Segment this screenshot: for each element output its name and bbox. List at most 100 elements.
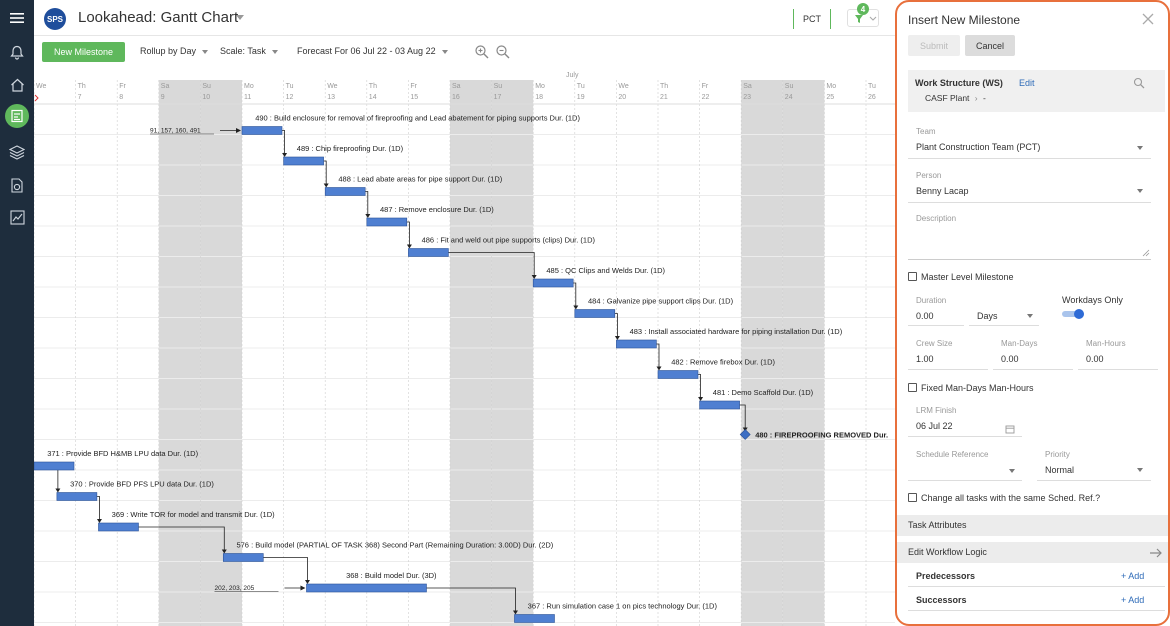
person-label: Person [916,171,942,180]
task-label[interactable]: 576 : Build model (PARTIAL OF TASK 368) … [236,541,553,550]
description-label: Description [916,214,957,223]
task-label[interactable]: 483 : Install associated hardware for pi… [630,327,843,336]
forecast-select[interactable]: Forecast For 06 Jul 22 - 03 Aug 22 [297,46,448,56]
task-label[interactable]: 485 : QC Clips and Welds Dur. (1D) [546,266,665,275]
master-level-label: Master Level Milestone [921,272,1014,282]
task-label[interactable]: 489 : Chip fireproofing Dur. (1D) [297,144,404,153]
lrm-finish-input[interactable]: 06 Jul 22 [916,421,953,431]
dependency-arrow-icon [406,244,412,249]
day-number-label: 24 [785,94,793,101]
chevron-down-icon [1137,146,1143,150]
zoom-out-icon[interactable] [495,44,511,60]
task-label[interactable]: 480 : FIREPROOFING REMOVED Dur. [755,431,888,440]
report-icon[interactable] [6,174,28,196]
cancel-button[interactable]: Cancel [965,35,1015,56]
task-label[interactable]: 368 : Build model Dur. (3D) [346,571,437,580]
task-label[interactable]: 367 : Run simulation case 1 on pics tech… [528,602,718,611]
task-label[interactable]: 482 : Remove firebox Dur. (1D) [671,358,775,367]
rollup-select-label: Rollup by Day [140,46,197,56]
task-bar[interactable] [574,309,616,318]
work-structure-node[interactable]: CASF Plant [925,93,969,103]
man-hours-label: Man-Hours [1086,339,1126,348]
task-bar[interactable] [306,583,427,593]
work-structure-edit-link[interactable]: Edit [1019,78,1035,88]
priority-select[interactable]: Normal [1045,465,1074,475]
crew-size-input[interactable]: 1.00 [916,354,934,364]
man-days-input[interactable]: 0.00 [1001,354,1019,364]
task-label[interactable]: 370 : Provide BFD PFS LPU data Dur. (1D) [70,480,214,489]
home-icon[interactable] [6,74,28,96]
task-bar[interactable] [699,400,740,410]
zoom-in-icon[interactable] [474,44,490,60]
new-milestone-button[interactable]: New Milestone [42,42,125,62]
task-label[interactable]: 486 : Fit and weld out pipe supports (cl… [422,236,596,245]
title-dropdown-icon[interactable] [236,15,244,20]
gantt-chart-area[interactable]: We Th 7 Fr 8 Sa 9 Su 10 Mo 11 Tu 12 We 13 Th 14 Fr 15 Sa 16 S… [34,68,895,626]
team-select[interactable]: Plant Construction Team (PCT) [916,142,1040,152]
schedule-reference-select[interactable] [908,480,1022,481]
description-textarea[interactable] [908,224,1151,260]
chevron-right-icon: › [974,93,978,103]
workdays-only-toggle[interactable] [1062,309,1086,319]
hamburger-menu-icon[interactable] [6,7,28,29]
task-label[interactable]: 488 : Lead abate areas for pipe support … [338,175,502,184]
task-bar[interactable] [34,461,75,471]
change-all-tasks-checkbox[interactable] [908,493,917,502]
task-bar[interactable] [56,492,98,501]
day-number-label: 12 [286,94,294,101]
person-select[interactable]: Benny Lacap [916,186,969,196]
duration-units-select[interactable]: Days [977,311,998,321]
predecessor-ids-label[interactable]: 91, 157, 160, 491 [150,128,201,135]
add-predecessor-link[interactable]: + Add [1121,571,1144,581]
task-label[interactable]: 369 : Write TOR for model and transmit D… [112,510,275,519]
gantt-icon[interactable] [5,104,29,128]
duration-input[interactable]: 0.00 [916,311,934,321]
page-title[interactable]: Lookahead: Gantt Chart [78,9,238,26]
task-bar[interactable] [324,187,366,196]
task-label[interactable]: 484 : Galvanize pipe support clips Dur. … [588,297,734,306]
task-label[interactable]: 490 : Build enclosure for removal of fir… [255,114,580,123]
task-bar[interactable] [283,156,324,166]
close-icon[interactable] [1141,12,1155,26]
resize-handle-icon[interactable] [1142,249,1150,257]
bell-icon[interactable] [6,41,28,63]
submit-button[interactable]: Submit [908,35,960,56]
chevron-down-icon[interactable] [1009,469,1015,473]
team-filter-tag[interactable]: PCT [793,9,831,29]
calendar-icon[interactable] [1005,421,1015,434]
task-bar[interactable] [657,370,699,379]
arrow-right-icon[interactable] [1149,546,1163,558]
panel-title: Insert New Milestone [908,13,1021,27]
scale-select[interactable]: Scale: Task [220,46,278,56]
man-hours-input[interactable]: 0.00 [1086,354,1104,364]
day-of-week-label: Sa [161,83,170,90]
task-bar[interactable] [222,553,264,562]
day-number-label: 13 [327,94,335,101]
master-level-checkbox[interactable] [908,272,917,281]
search-icon[interactable] [1133,76,1145,89]
gantt-svg[interactable]: We Th 7 Fr 8 Sa 9 Su 10 Mo 11 Tu 12 We 13 Th 14 Fr 15 Sa 16 S… [34,68,895,626]
work-structure-box [908,70,1165,112]
rollup-select[interactable]: Rollup by Day [140,46,209,56]
chevron-down-icon [1137,468,1143,472]
divider [969,325,1039,326]
task-bar[interactable] [514,614,555,623]
task-label[interactable]: 371 : Provide BFD H&MB LPU data Dur. (1D… [47,449,198,458]
layers-icon[interactable] [6,141,28,163]
add-successor-link[interactable]: + Add [1121,595,1144,605]
task-label[interactable]: 487 : Remove enclosure Dur. (1D) [380,205,494,214]
task-bar[interactable] [241,126,283,135]
divider [908,202,1151,203]
analytics-icon[interactable] [6,206,28,228]
fixed-man-days-checkbox[interactable] [908,383,917,392]
task-bar[interactable] [408,248,449,257]
change-all-tasks-label: Change all tasks with the same Sched. Re… [921,493,1101,503]
task-bar[interactable] [532,278,574,288]
lrm-finish-label: LRM Finish [916,406,957,415]
predecessor-ids-label[interactable]: 202, 203, 205 [214,585,254,592]
task-bar[interactable] [366,217,408,227]
task-bar[interactable] [616,339,657,349]
work-structure-label: Work Structure (WS) [915,78,1003,88]
task-label[interactable]: 481 : Demo Scaffold Dur. (1D) [713,388,814,397]
task-bar[interactable] [98,522,139,532]
